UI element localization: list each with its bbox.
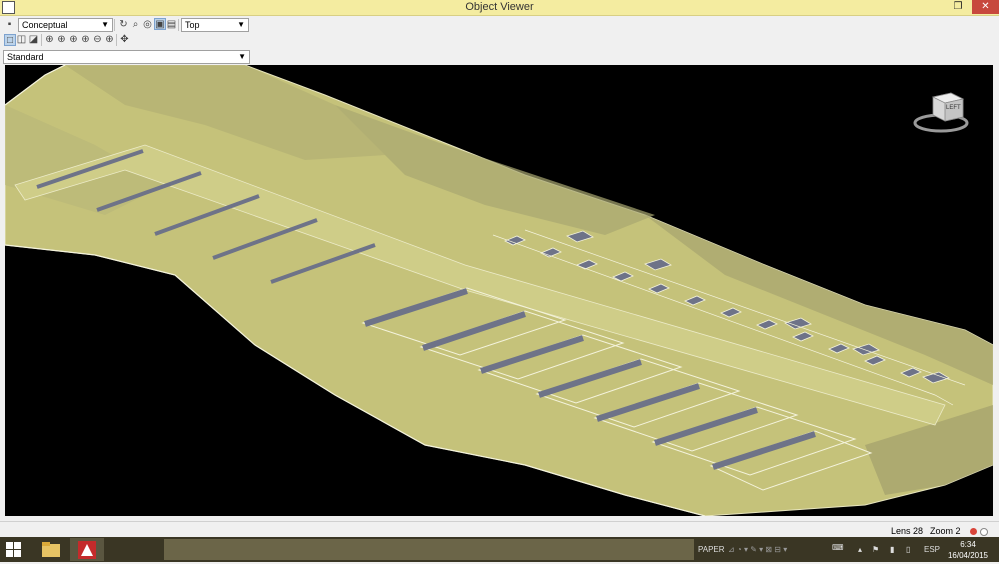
view-value: Top bbox=[185, 20, 200, 30]
flag-icon[interactable]: ⚑ bbox=[872, 545, 879, 554]
title-bar: Object Viewer ❐ ✕ bbox=[0, 0, 999, 16]
pan-icon[interactable]: ◎ bbox=[142, 19, 153, 30]
chevron-down-icon: ▼ bbox=[238, 52, 246, 61]
viewcube-face-label: LEFT bbox=[946, 105, 961, 111]
taskbar: PAPER ⊿ ◔ ▾ ✎ ▾ ⊠ ⊟ ▾ ⌨ ▴ ⚑ ▮ ▯ ESP 6:34… bbox=[0, 537, 999, 562]
zoom-realtime-icon[interactable]: ⊕ bbox=[44, 34, 55, 45]
tray-paper-label: PAPER bbox=[698, 545, 725, 554]
separator bbox=[178, 19, 179, 31]
autocad-icon bbox=[78, 541, 96, 559]
visual-style-select[interactable]: Conceptual ▼ bbox=[18, 18, 113, 32]
close-button[interactable]: ✕ bbox=[972, 0, 999, 14]
zoom-readout: Zoom 2 bbox=[930, 526, 961, 536]
layers-icon[interactable]: ▤ bbox=[166, 19, 177, 30]
toolbar-row-2: □ ◫ ◪ ⊕ ⊕ ⊕ ⊕ ⊖ ⊕ ✥ bbox=[0, 32, 999, 47]
zoom-window-icon[interactable]: ⊕ bbox=[68, 34, 79, 45]
language-indicator[interactable]: ESP bbox=[924, 545, 940, 554]
status-dot-white bbox=[980, 528, 988, 536]
chevron-down-icon: ▼ bbox=[101, 20, 109, 29]
wireframe-icon[interactable]: □ bbox=[4, 34, 16, 46]
zoom-in-icon[interactable]: ⊕ bbox=[56, 34, 67, 45]
hidden-icon[interactable]: ◫ bbox=[16, 34, 27, 45]
show-hidden-icons[interactable]: ▴ bbox=[858, 545, 862, 554]
start-button[interactable] bbox=[6, 542, 22, 558]
zoom-icon[interactable]: ⌕ bbox=[130, 19, 141, 30]
view-select[interactable]: Top ▼ bbox=[181, 18, 249, 32]
viewcube-icon bbox=[913, 92, 969, 133]
autocad-button[interactable] bbox=[70, 538, 104, 561]
clock-date: 16/04/2015 bbox=[947, 551, 989, 560]
maximize-button[interactable]: ❐ bbox=[944, 0, 972, 14]
save-icon[interactable]: ▪ bbox=[4, 19, 15, 30]
status-dot-red bbox=[970, 528, 977, 535]
orbit-icon[interactable]: ↻ bbox=[118, 19, 129, 30]
terrain-model bbox=[5, 65, 993, 516]
lens-readout: Lens 28 bbox=[891, 526, 924, 536]
network-icon[interactable]: ▮ bbox=[890, 545, 894, 554]
taskbar-empty-area bbox=[164, 539, 694, 560]
viewcube[interactable]: LEFT bbox=[911, 87, 971, 143]
crosshair-icon[interactable]: ✥ bbox=[119, 34, 130, 45]
battery-icon[interactable]: ▯ bbox=[906, 545, 910, 554]
folder-icon bbox=[42, 542, 60, 557]
view-icon[interactable]: ▣ bbox=[154, 18, 166, 30]
separator bbox=[41, 34, 42, 46]
zoom-out-icon[interactable]: ⊖ bbox=[92, 34, 103, 45]
window-title: Object Viewer bbox=[465, 1, 534, 13]
3d-viewport[interactable]: LEFT bbox=[5, 65, 993, 516]
file-explorer-button[interactable] bbox=[34, 538, 68, 561]
status-bar: Lens 28 Zoom 2 bbox=[0, 521, 999, 538]
chevron-down-icon: ▼ bbox=[237, 20, 245, 29]
toolbar-row-3: Standard ▼ bbox=[0, 48, 999, 64]
clock[interactable]: 6:34 16/04/2015 bbox=[943, 539, 993, 561]
visual-style-value: Conceptual bbox=[22, 20, 68, 30]
tray-status-icons[interactable]: ⊿ ◔ ▾ ✎ ▾ ⊠ ⊟ ▾ bbox=[728, 545, 787, 554]
separator bbox=[116, 34, 117, 46]
clock-time: 6:34 bbox=[960, 540, 976, 549]
toolbar-row-1: ▪ Conceptual ▼ ↻ ⌕ ◎ ▣ ▤ Top ▼ bbox=[0, 16, 999, 32]
plot-style-value: Standard bbox=[7, 52, 44, 62]
plot-style-select[interactable]: Standard ▼ bbox=[3, 50, 250, 64]
shaded-icon[interactable]: ◪ bbox=[28, 34, 39, 45]
keyboard-icon[interactable]: ⌨ bbox=[832, 543, 844, 552]
zoom-extents-icon[interactable]: ⊕ bbox=[80, 34, 91, 45]
separator bbox=[114, 19, 115, 31]
zoom-previous-icon[interactable]: ⊕ bbox=[104, 34, 115, 45]
